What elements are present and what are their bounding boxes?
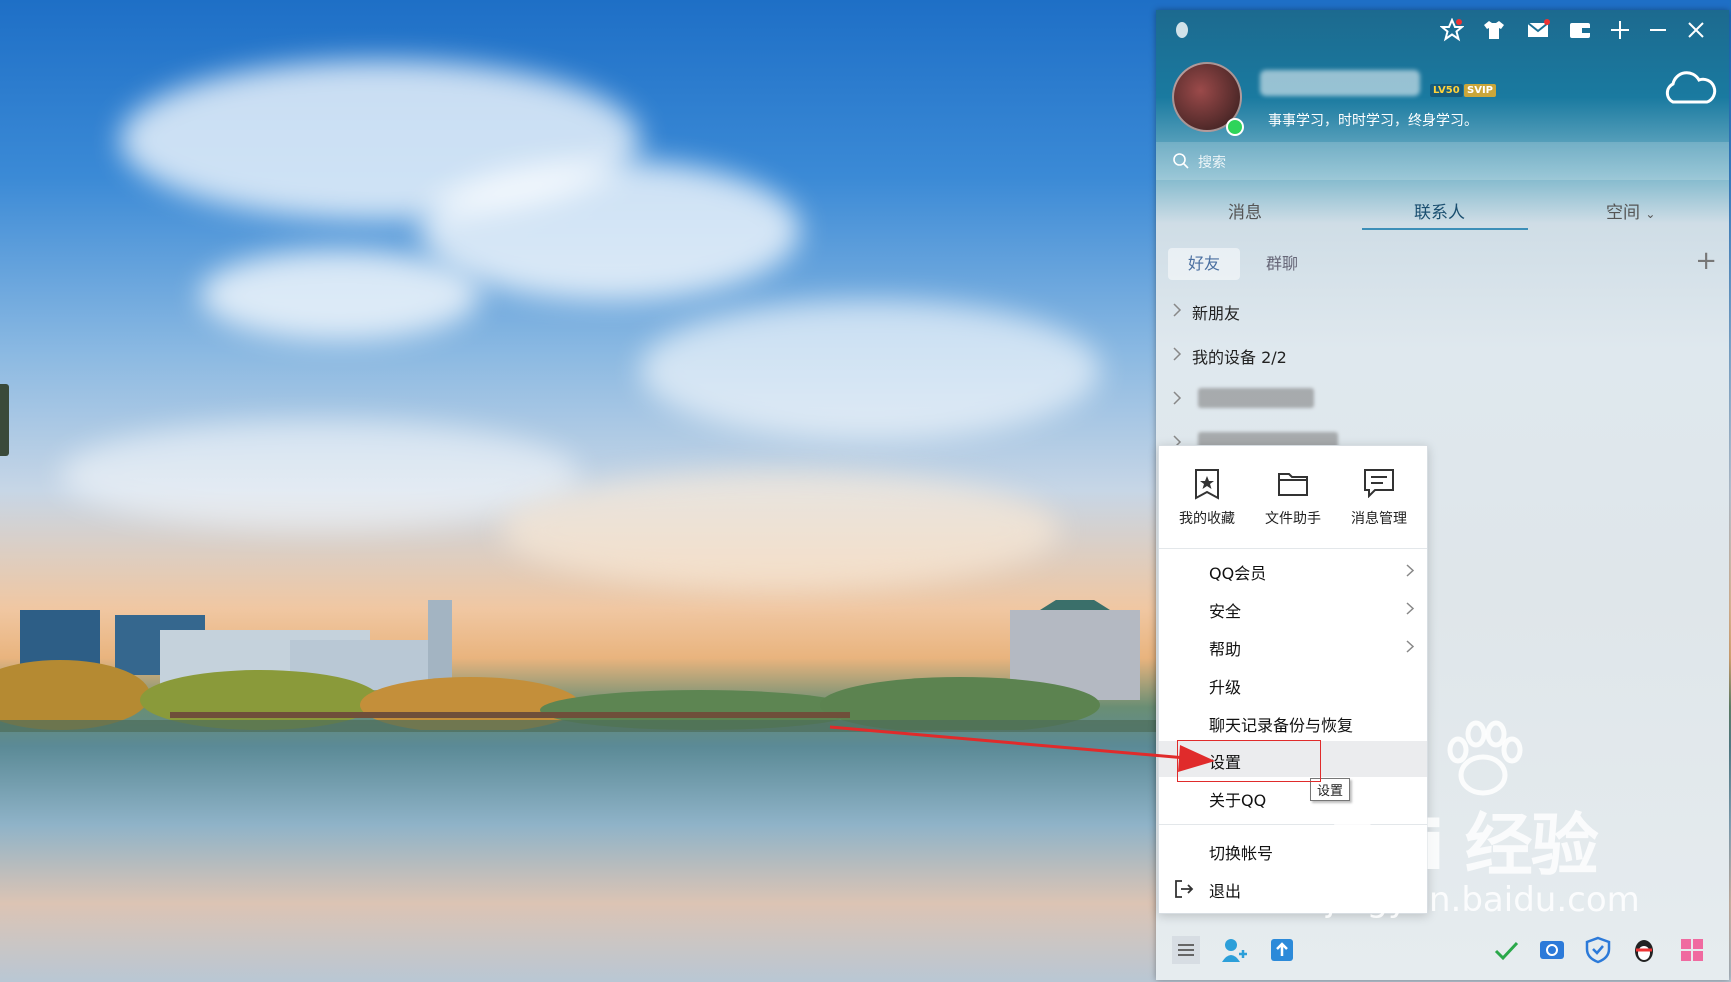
menu-item-label: QQ会员 — [1209, 564, 1267, 583]
bottom-toolbar — [1156, 922, 1729, 980]
menu-divider — [1159, 548, 1427, 549]
quick-file-assistant[interactable]: 文件助手 — [1255, 468, 1331, 538]
menu-item-qq-vip[interactable]: QQ会员 — [1159, 552, 1427, 588]
menu-item-help[interactable]: 帮助 — [1159, 628, 1427, 664]
nickname-blurred — [1260, 70, 1420, 96]
shield-icon[interactable] — [1584, 936, 1612, 964]
search-input[interactable]: 搜索 — [1198, 152, 1226, 172]
chevron-right-icon — [1173, 391, 1182, 405]
cloud-weather-icon[interactable] — [1659, 68, 1719, 108]
app-grid-icon[interactable] — [1678, 936, 1706, 964]
menu-item-label: 聊天记录备份与恢复 — [1209, 716, 1354, 735]
contact-subtabs: 好友 群聊 + — [1156, 242, 1729, 286]
blurred-group-name — [1198, 388, 1314, 408]
shirt-icon[interactable] — [1482, 18, 1506, 42]
watermark-main-text: Bai 经验 — [1328, 807, 1599, 886]
subtab-friends[interactable]: 好友 — [1168, 248, 1241, 280]
subtab-groups[interactable]: 群聊 — [1246, 248, 1318, 280]
qq-penguin-icon — [1176, 22, 1188, 38]
minimize-icon[interactable] — [1646, 18, 1670, 42]
main-menu-icon[interactable] — [1172, 936, 1200, 964]
svip-badge: SVIP — [1464, 84, 1496, 97]
watermark-url: jingyan.baidu.com — [1326, 880, 1640, 920]
chevron-down-icon: ⌄ — [1645, 207, 1656, 221]
add-icon[interactable] — [1608, 18, 1632, 42]
tab-contacts[interactable]: 联系人 — [1414, 198, 1465, 223]
logout-icon — [1175, 880, 1194, 898]
chevron-right-icon — [1406, 602, 1415, 615]
group-my-devices[interactable]: 我的设备 2/2 — [1156, 334, 1729, 374]
group-new-friends[interactable]: 新朋友 — [1156, 290, 1729, 330]
mail-icon[interactable] — [1526, 18, 1550, 42]
qq-penguin-app-icon[interactable] — [1630, 936, 1658, 964]
search-bar[interactable]: 搜索 — [1156, 142, 1729, 180]
star-icon[interactable] — [1440, 18, 1464, 42]
star-bookmark-icon — [1195, 469, 1219, 500]
tab-messages[interactable]: 消息 — [1228, 198, 1262, 223]
wallet-icon[interactable] — [1568, 18, 1592, 42]
menu-item-security[interactable]: 安全 — [1159, 590, 1427, 626]
online-status-dot — [1226, 118, 1244, 136]
group-blurred[interactable] — [1156, 378, 1729, 418]
group-label: 新朋友 — [1192, 304, 1241, 323]
active-tab-indicator — [1362, 228, 1528, 230]
quick-label: 我的收藏 — [1179, 511, 1235, 527]
add-contact-plus-icon[interactable]: + — [1695, 246, 1717, 276]
add-friend-icon[interactable] — [1220, 936, 1248, 964]
quick-my-favorites[interactable]: 我的收藏 — [1169, 468, 1245, 538]
menu-item-label: 关于QQ — [1209, 791, 1267, 810]
chat-icon — [1364, 469, 1394, 498]
paw-logo-icon — [1447, 720, 1523, 796]
level-badge: LV50 — [1430, 84, 1463, 97]
menu-item-label: 退出 — [1209, 882, 1242, 901]
quick-label: 消息管理 — [1351, 511, 1407, 527]
menu-item-upgrade[interactable]: 升级 — [1159, 666, 1427, 702]
menu-item-chat-backup[interactable]: 聊天记录备份与恢复 — [1159, 704, 1427, 740]
quick-label: 文件助手 — [1265, 511, 1321, 527]
annotation-highlight-box — [1177, 740, 1321, 782]
close-icon[interactable] — [1684, 18, 1708, 42]
folder-icon — [1278, 473, 1308, 496]
search-icon — [1173, 153, 1189, 169]
checkmark-icon[interactable] — [1492, 936, 1520, 964]
menu-item-label: 帮助 — [1209, 640, 1242, 659]
menu-item-label: 升级 — [1209, 678, 1242, 697]
group-label: 我的设备 2/2 — [1192, 348, 1287, 367]
title-bar — [1156, 10, 1729, 50]
menu-item-label: 切换帐号 — [1209, 844, 1274, 863]
menu-item-label: 安全 — [1209, 602, 1242, 621]
quick-message-manager[interactable]: 消息管理 — [1341, 468, 1417, 538]
upload-app-icon[interactable] — [1268, 936, 1296, 964]
chevron-right-icon — [1173, 347, 1182, 361]
campus-skyline — [0, 600, 1140, 730]
chevron-right-icon — [1406, 640, 1415, 653]
chevron-right-icon — [1406, 564, 1415, 577]
tab-space[interactable]: 空间 ⌄ — [1606, 198, 1655, 223]
cloud-drive-icon[interactable] — [1538, 936, 1566, 964]
signature-text[interactable]: 事事学习，时时学习，终身学习。 — [1268, 110, 1478, 130]
desktop-side-handle[interactable] — [0, 384, 9, 456]
chevron-right-icon — [1173, 303, 1182, 317]
